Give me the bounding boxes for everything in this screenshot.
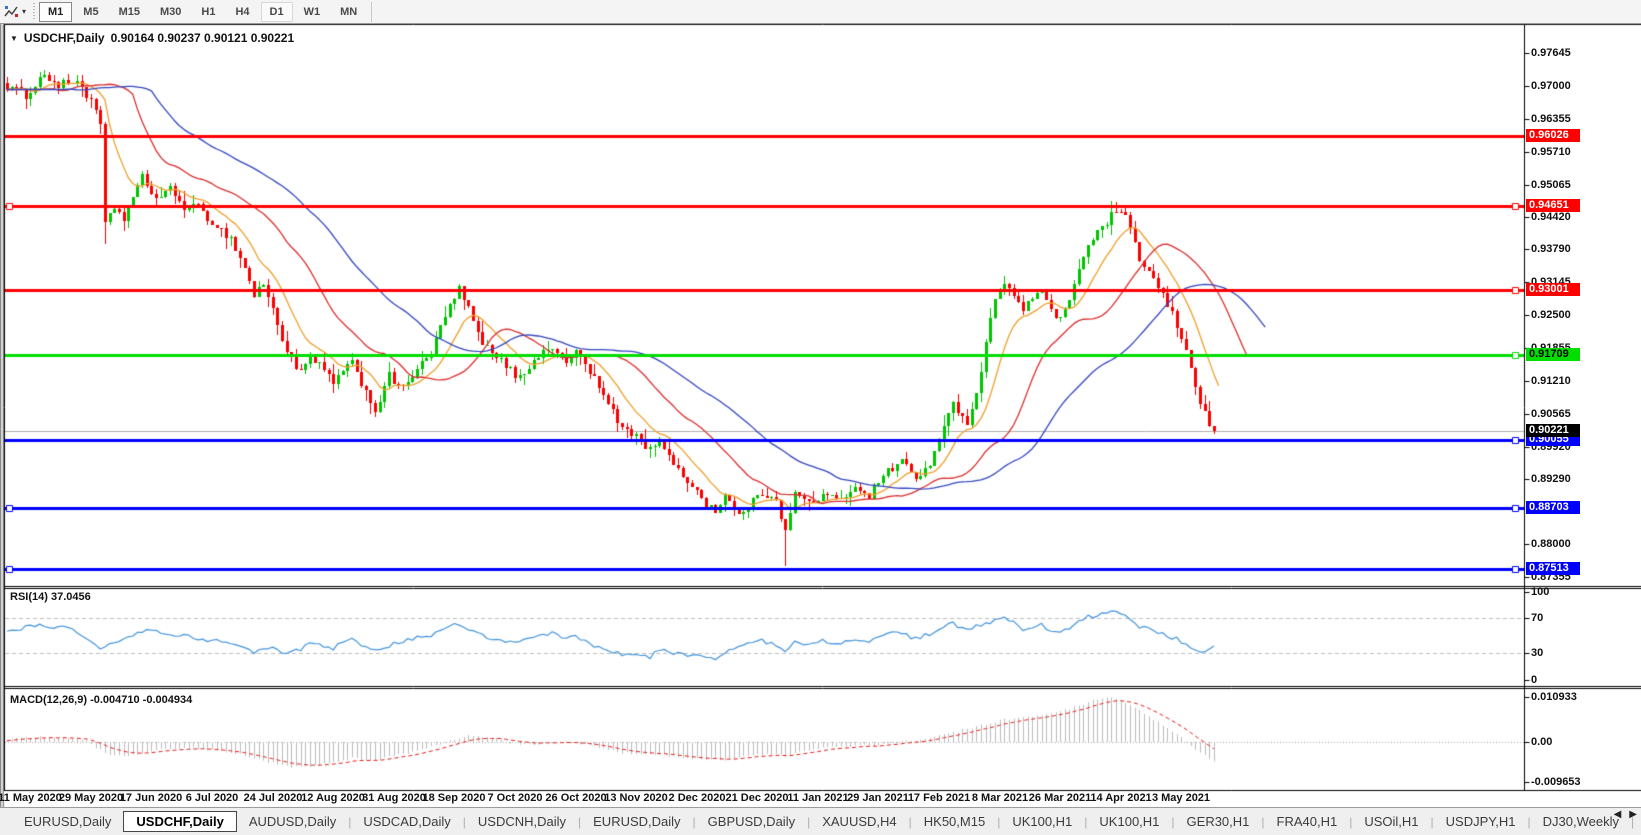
chart-tab-uk100-h1[interactable]: UK100,H1 [1000, 812, 1084, 831]
date-tick-label[interactable]: 18 Sep 2020 [423, 792, 486, 804]
date-tick-label[interactable]: 29 May 2020 [59, 792, 123, 804]
date-tick-label[interactable]: 17 Jun 2020 [120, 792, 182, 804]
price-tick-label: 0.97645 [1531, 47, 1571, 60]
date-tick-label[interactable]: 11 Jan 2021 [787, 792, 848, 804]
chart-tab-usdjpy-h1[interactable]: USDJPY,H1 [1434, 812, 1528, 831]
macd-tick-label: 0.010933 [1531, 691, 1577, 704]
date-tick-label[interactable]: 14 Apr 2021 [1090, 792, 1151, 804]
date-tick-label[interactable]: 21 Dec 2020 [726, 792, 789, 804]
chart-cursor-tool-icon[interactable]: ▾ [0, 2, 30, 22]
macd-tick-label: 0.00 [1531, 736, 1552, 749]
tab-scroll-right-icon[interactable]: ▶ [1629, 809, 1637, 820]
chart-tab-usdcnh-daily[interactable]: USDCNH,Daily [466, 812, 578, 831]
macd-tick-label: -0.009653 [1531, 776, 1581, 789]
date-tick-label[interactable]: 26 Mar 2021 [1029, 792, 1091, 804]
macd-indicator-title: MACD(12,26,9) -0.004710 -0.004934 [10, 694, 192, 706]
price-tick-label: 0.95065 [1531, 179, 1571, 192]
chart-tab-bar: EURUSD,DailyUSDCHF,DailyAUDUSD,Daily|USD… [0, 807, 1641, 835]
timeframe-button-d1[interactable]: D1 [261, 2, 293, 22]
date-tick-label[interactable]: 7 Oct 2020 [487, 792, 542, 804]
date-tick-label[interactable]: 8 Mar 2021 [972, 792, 1028, 804]
current-price-label: 0.90221 [1526, 424, 1580, 437]
chart-tab-fra40-h1[interactable]: FRA40,H1 [1265, 812, 1350, 831]
timeframe-button-m30[interactable]: M30 [151, 2, 190, 22]
date-tick-label[interactable]: 24 Jul 2020 [244, 792, 303, 804]
chart-tab-gbpusd-daily[interactable]: GBPUSD,Daily [696, 812, 807, 831]
date-tick-label[interactable]: 6 Jul 2020 [186, 792, 239, 804]
tab-scroll-arrows: ◀ ▶ [1614, 809, 1637, 820]
tool-dropdown-caret-icon[interactable]: ▾ [22, 7, 26, 16]
rsi-tick-label: 0 [1531, 674, 1537, 687]
date-tick-label[interactable]: 12 Aug 2020 [301, 792, 365, 804]
timeframe-toolbar: M1M5M15M30H1H4D1W1MN [38, 2, 367, 22]
price-line-label: 0.88703 [1526, 501, 1580, 514]
toolbar: ▾ M1M5M15M30H1H4D1W1MN [0, 0, 1641, 24]
timeframe-button-m15[interactable]: M15 [110, 2, 149, 22]
price-tick-label: 0.95710 [1531, 146, 1571, 159]
price-tick-label: 0.97000 [1531, 80, 1571, 93]
toolbar-separator [371, 2, 372, 22]
price-line-label: 0.91709 [1526, 348, 1580, 361]
timeframe-button-h4[interactable]: H4 [226, 2, 258, 22]
chart-tab-usoil-h1[interactable]: USOil,H1 [1352, 812, 1430, 831]
price-line-label: 0.94651 [1526, 199, 1580, 212]
price-tick-label: 0.88000 [1531, 538, 1571, 551]
date-tick-label[interactable]: 17 Feb 2021 [908, 792, 970, 804]
chart-title: ▼ USDCHF,Daily 0.90164 0.90237 0.90121 0… [10, 31, 294, 45]
price-tick-label: 0.89290 [1531, 473, 1571, 486]
chart-tab-eurusd-daily[interactable]: EURUSD,Daily [581, 812, 692, 831]
chart-tab-xauusd-h4[interactable]: XAUUSD,H4 [810, 812, 908, 831]
chart-tab-eurusd-daily[interactable]: EURUSD,Daily [12, 812, 123, 831]
symbol-period: USDCHF,Daily [24, 31, 105, 45]
date-tick-label[interactable]: 11 May 2020 [0, 792, 62, 804]
date-tick-label[interactable]: 29 Jan 2021 [847, 792, 909, 804]
rsi-tick-label: 30 [1531, 647, 1543, 660]
toolbar-grip [33, 3, 35, 21]
timeframe-button-w1[interactable]: W1 [295, 2, 330, 22]
rsi-tick-label: 70 [1531, 612, 1543, 625]
chart-tab-uk100-h1[interactable]: UK100,H1 [1087, 812, 1171, 831]
chart-canvas[interactable] [0, 0, 1641, 835]
cursor-tool-glyph [4, 5, 20, 19]
price-line-label: 0.87513 [1526, 562, 1580, 575]
chart-tab-hk50-m15[interactable]: HK50,M15 [912, 812, 997, 831]
chart-menu-dropdown-icon[interactable]: ▼ [10, 34, 18, 43]
date-tick-label[interactable]: 3 May 2021 [1152, 792, 1210, 804]
timeframe-button-m5[interactable]: M5 [74, 2, 107, 22]
rsi-tick-label: 100 [1531, 586, 1549, 599]
date-tick-label[interactable]: 2 Dec 2020 [669, 792, 726, 804]
ohlc-values: 0.90164 0.90237 0.90121 0.90221 [111, 31, 295, 45]
price-line-label: 0.96026 [1526, 129, 1580, 142]
timeframe-button-mn[interactable]: MN [331, 2, 366, 22]
tab-scroll-left-icon[interactable]: ◀ [1614, 809, 1622, 820]
price-tick-label: 0.96355 [1531, 113, 1571, 126]
price-tick-label: 0.93790 [1531, 243, 1571, 256]
chart-tab-usdchf-daily[interactable]: USDCHF,Daily [123, 811, 236, 832]
price-line-label: 0.93001 [1526, 283, 1580, 296]
chart-tab-audusd-daily[interactable]: AUDUSD,Daily [237, 812, 348, 831]
rsi-indicator-title: RSI(14) 37.0456 [10, 591, 91, 603]
date-tick-label[interactable]: 26 Oct 2020 [545, 792, 606, 804]
date-tick-label[interactable]: 13 Nov 2020 [604, 792, 668, 804]
timeframe-button-m1[interactable]: M1 [39, 2, 72, 22]
chart-tab-usdcad-daily[interactable]: USDCAD,Daily [351, 812, 462, 831]
price-tick-label: 0.91210 [1531, 375, 1571, 388]
chart-tab-ger30-h1[interactable]: GER30,H1 [1175, 812, 1262, 831]
timeframe-button-h1[interactable]: H1 [192, 2, 224, 22]
price-tick-label: 0.90565 [1531, 408, 1571, 421]
price-tick-label: 0.94420 [1531, 211, 1571, 224]
date-tick-label[interactable]: 31 Aug 2020 [362, 792, 426, 804]
price-tick-label: 0.92500 [1531, 309, 1571, 322]
